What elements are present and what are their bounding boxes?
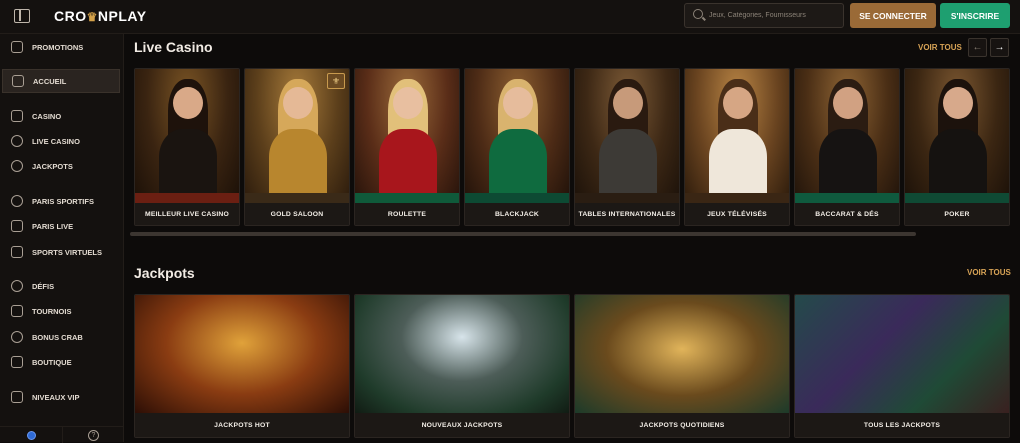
sidebar-item-niveaux-vip[interactable]: NIVEAUX VIP: [2, 385, 120, 409]
card-label: JACKPOTS QUOTIDIENS: [575, 413, 789, 437]
card-jackpots-hot[interactable]: JACKPOTS HOT: [134, 294, 350, 438]
diamond-art-icon: [355, 295, 569, 415]
sidebar-item-label: ACCUEIL: [33, 76, 67, 86]
card-label: BACCARAT & DÉS: [795, 203, 899, 225]
card-gold-saloon[interactable]: GOLD SALOON ⚜: [244, 68, 350, 226]
soccer-ball-icon: [11, 195, 23, 207]
sidebar-item-bonus-crab[interactable]: BONUS CRAB: [2, 325, 120, 349]
sidebar-item-label: TOURNOIS: [32, 306, 72, 316]
signup-button[interactable]: S'INSCRIRE: [940, 3, 1010, 28]
search-input[interactable]: [709, 7, 839, 24]
fleur-de-lis-icon: ⚜: [327, 73, 345, 89]
jackpots-see-all-link[interactable]: VOIR TOUS: [967, 268, 1011, 277]
game-thumbnail: [245, 69, 349, 205]
crown-icon: ♛: [86, 10, 98, 24]
sidebar-item-label: PROMOTIONS: [32, 42, 84, 52]
sidebar-item-label: BOUTIQUE: [32, 357, 72, 367]
sidebar-item-label: BONUS CRAB: [32, 332, 83, 342]
vip-crown-icon: [11, 391, 23, 403]
card-best-live-casino[interactable]: MEILLEUR LIVE CASINO: [134, 68, 240, 226]
sidebar-item-label: LIVE CASINO: [32, 136, 80, 146]
sidebar-item-jackpots[interactable]: JACKPOTS: [2, 154, 120, 178]
language-globe-icon[interactable]: [0, 427, 62, 443]
search-box[interactable]: [684, 3, 844, 28]
slot-machine-icon: [11, 110, 23, 122]
sidebar: PROMOTIONS ACCUEIL CASINO LIVE CASINO JA…: [0, 34, 124, 443]
help-icon[interactable]: ?: [62, 427, 124, 443]
sidebar-item-live-casino[interactable]: LIVE CASINO: [2, 129, 120, 153]
game-thumbnail: [135, 69, 239, 205]
game-thumbnail: [465, 69, 569, 205]
login-button[interactable]: SE CONNECTER: [850, 3, 936, 28]
sidebar-item-sports-virtuels[interactable]: SPORTS VIRTUELS: [2, 240, 120, 264]
live-casino-title: Live Casino: [134, 39, 213, 55]
card-label: TOUS LES JACKPOTS: [795, 413, 1009, 437]
carousel-scrollbar[interactable]: [130, 232, 916, 236]
card-new-jackpots[interactable]: NOUVEAUX JACKPOTS: [354, 294, 570, 438]
sidebar-item-promotions[interactable]: PROMOTIONS: [2, 35, 120, 59]
game-thumbnail: [355, 69, 459, 205]
top-bar: CRO♛NPLAY SE CONNECTER S'INSCRIRE: [0, 0, 1020, 34]
card-poker[interactable]: POKER: [904, 68, 1010, 226]
sidebar-item-label: DÉFIS: [32, 281, 55, 291]
shop-icon: [11, 356, 23, 368]
card-label: JACKPOTS HOT: [135, 413, 349, 437]
gold-coins-art-icon: [575, 295, 789, 415]
card-daily-jackpots[interactable]: JACKPOTS QUOTIDIENS: [574, 294, 790, 438]
card-label: MEILLEUR LIVE CASINO: [135, 203, 239, 225]
sidebar-item-paris-live[interactable]: PARIS LIVE: [2, 214, 120, 238]
sidebar-item-label: NIVEAUX VIP: [32, 392, 80, 402]
game-thumbnail: [685, 69, 789, 205]
spade-icon: [11, 135, 23, 147]
card-label: GOLD SALOON: [245, 203, 349, 225]
card-label: NOUVEAUX JACKPOTS: [355, 413, 569, 437]
slot-games-art-icon: [795, 295, 1009, 415]
sidebar-item-label: SPORTS VIRTUELS: [32, 247, 103, 257]
live-ticket-icon: [11, 220, 23, 232]
sidebar-item-boutique[interactable]: BOUTIQUE: [2, 350, 120, 374]
sidebar-item-tournois[interactable]: TOURNOIS: [2, 299, 120, 323]
carousel-next-button[interactable]: →: [990, 38, 1009, 57]
sidebar-footer: ?: [0, 426, 124, 443]
sidebar-toggle-icon[interactable]: [14, 9, 30, 23]
gift-icon: [11, 41, 23, 53]
logo-text-start: CRO: [54, 8, 87, 24]
card-international-tables[interactable]: TABLES INTERNATIONALES: [574, 68, 680, 226]
search-icon: [693, 9, 703, 19]
game-thumbnail: [795, 69, 899, 205]
card-tv-games[interactable]: JEUX TÉLÉVISÉS: [684, 68, 790, 226]
card-label: POKER: [905, 203, 1009, 225]
sidebar-item-label: JACKPOTS: [32, 161, 73, 171]
card-all-jackpots[interactable]: TOUS LES JACKPOTS: [794, 294, 1010, 438]
card-label: TABLES INTERNATIONALES: [575, 203, 679, 225]
carousel-prev-button[interactable]: ←: [968, 38, 987, 57]
game-thumbnail: [575, 69, 679, 205]
card-blackjack[interactable]: BLACKJACK: [464, 68, 570, 226]
sidebar-item-label: CASINO: [32, 111, 62, 121]
logo-text-end: NPLAY: [97, 8, 147, 24]
card-roulette[interactable]: ROULETTE: [354, 68, 460, 226]
live-casino-see-all-link[interactable]: VOIR TOUS: [918, 43, 962, 52]
game-thumbnail: [905, 69, 1009, 205]
card-label: BLACKJACK: [465, 203, 569, 225]
crownplay-logo[interactable]: CRO♛NPLAY: [54, 8, 147, 24]
sidebar-item-paris-sportifs[interactable]: PARIS SPORTIFS: [2, 189, 120, 213]
trophy-icon: [11, 305, 23, 317]
crown-art-icon: [135, 295, 349, 415]
sidebar-item-casino[interactable]: CASINO: [2, 104, 120, 128]
virtual-sports-icon: [11, 246, 23, 258]
home-icon: [12, 75, 24, 87]
sidebar-item-label: PARIS LIVE: [32, 221, 74, 231]
challenge-icon: [11, 280, 23, 292]
sidebar-item-defis[interactable]: DÉFIS: [2, 274, 120, 298]
card-label: JEUX TÉLÉVISÉS: [685, 203, 789, 225]
crab-icon: [11, 331, 23, 343]
card-label: ROULETTE: [355, 203, 459, 225]
card-baccarat-dice[interactable]: BACCARAT & DÉS: [794, 68, 900, 226]
sidebar-item-label: PARIS SPORTIFS: [32, 196, 94, 206]
coins-icon: [11, 160, 23, 172]
sidebar-item-accueil[interactable]: ACCUEIL: [2, 69, 120, 93]
jackpots-title: Jackpots: [134, 265, 195, 281]
